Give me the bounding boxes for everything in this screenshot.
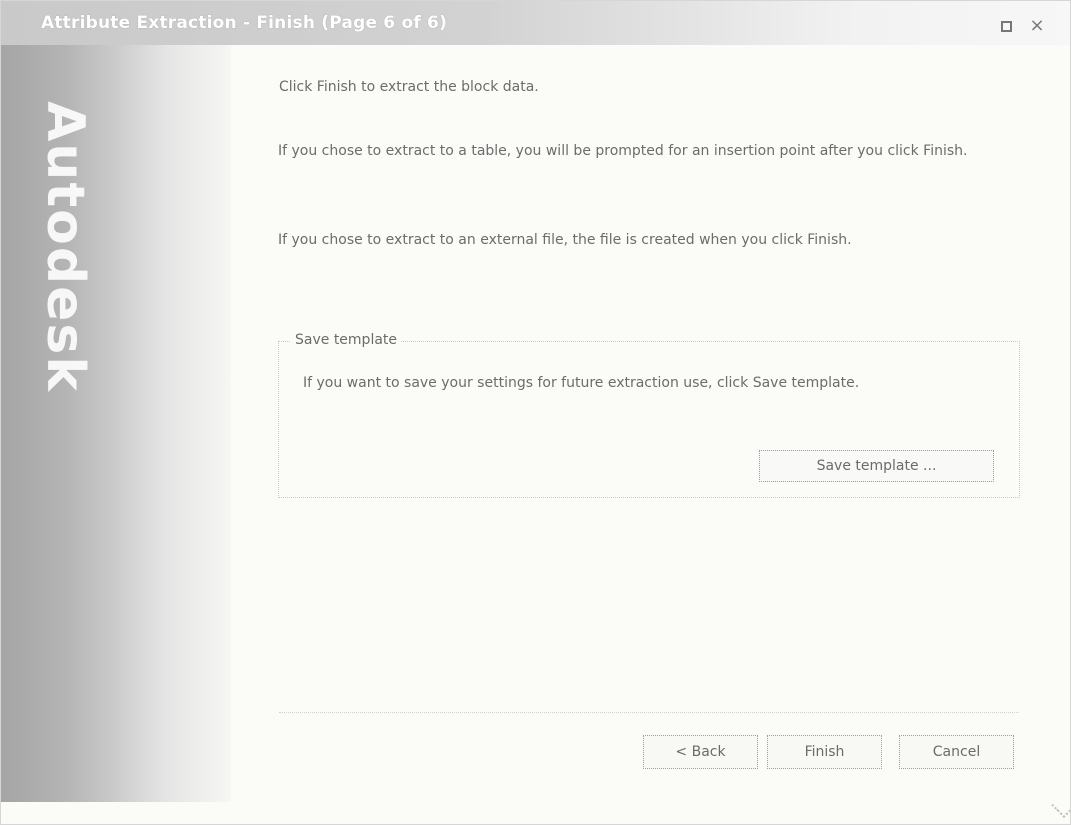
window-title: Attribute Extraction - Finish (Page 6 of…	[41, 13, 448, 33]
title-bar: Attribute Extraction - Finish (Page 6 of…	[1, 1, 1070, 45]
maximize-button[interactable]	[997, 17, 1015, 35]
autodesk-brand: Autodesk	[34, 101, 95, 393]
back-button[interactable]: < Back	[643, 735, 758, 769]
save-template-group-title: Save template	[291, 332, 402, 348]
attribute-extraction-dialog: Attribute Extraction - Finish (Page 6 of…	[0, 0, 1071, 825]
cancel-button[interactable]: Cancel	[899, 735, 1014, 769]
wizard-content: Click Finish to extract the block data. …	[249, 63, 1039, 783]
sidebar-brand-panel: Autodesk	[1, 45, 231, 802]
close-icon: ×	[1029, 15, 1045, 36]
instruction-text-1: Click Finish to extract the block data.	[279, 79, 539, 95]
save-template-group: Save template If you want to save your s…	[278, 332, 1020, 498]
save-template-button[interactable]: Save template ...	[759, 450, 994, 482]
finish-button[interactable]: Finish	[767, 735, 882, 769]
close-button[interactable]: ×	[1028, 17, 1046, 35]
footer-separator	[279, 712, 1019, 714]
instruction-text-2: If you chose to extract to a table, you …	[278, 143, 968, 159]
instruction-text-3: If you chose to extract to an external f…	[278, 232, 852, 248]
maximize-icon	[1000, 20, 1012, 32]
resize-grip-icon[interactable]	[1044, 798, 1064, 818]
save-template-description: If you want to save your settings for fu…	[303, 375, 860, 391]
